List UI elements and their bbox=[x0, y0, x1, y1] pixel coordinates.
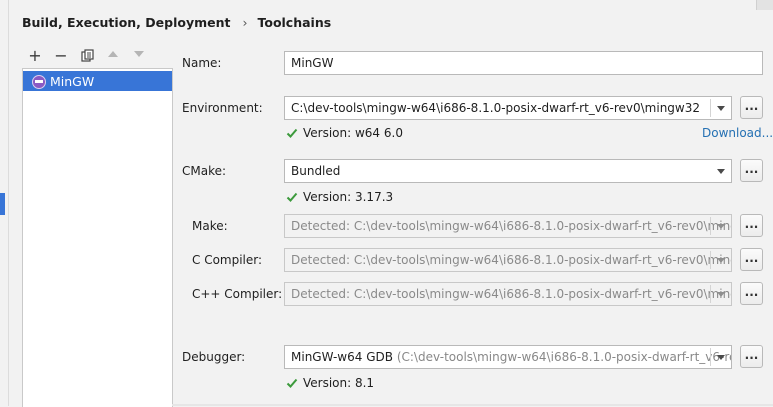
add-toolchain-button[interactable]: + bbox=[25, 46, 45, 66]
cmake-browse-button[interactable]: ... bbox=[740, 159, 763, 182]
copy-icon bbox=[80, 49, 94, 62]
breadcrumb-separator: › bbox=[242, 15, 248, 30]
download-link[interactable]: Download... bbox=[702, 126, 773, 140]
make-select[interactable]: Detected: C:\dev-tools\mingw-w64\i686-8.… bbox=[284, 214, 732, 238]
checkmark-icon bbox=[286, 192, 298, 202]
checkmark-icon bbox=[286, 128, 298, 138]
chevron-down-icon[interactable] bbox=[711, 160, 731, 182]
environment-status: Version: w64 6.0 bbox=[286, 126, 403, 140]
cmake-status-text: Version: 3.17.3 bbox=[303, 190, 394, 204]
checkmark-icon bbox=[286, 378, 298, 388]
debugger-select[interactable]: MinGW-w64 GDB (C:\dev-tools\mingw-w64\i6… bbox=[284, 345, 732, 369]
list-item[interactable]: MinGW bbox=[23, 71, 172, 91]
c-compiler-value: Detected: C:\dev-tools\mingw-w64\i686-8.… bbox=[291, 253, 732, 267]
environment-label: Environment: bbox=[182, 101, 263, 115]
copy-toolchain-button[interactable] bbox=[77, 46, 97, 66]
name-field[interactable]: MinGW bbox=[284, 51, 763, 75]
name-label: Name: bbox=[182, 56, 222, 70]
environment-browse-button[interactable]: ... bbox=[740, 96, 763, 119]
debugger-path: (C:\dev-tools\mingw-w64\i686-8.1.0-posix… bbox=[396, 350, 732, 364]
c-compiler-label: C Compiler: bbox=[192, 253, 263, 267]
debugger-label: Debugger: bbox=[182, 350, 246, 364]
mingw-icon bbox=[32, 75, 46, 89]
debugger-name: MinGW-w64 GDB bbox=[291, 350, 393, 364]
chevron-down-icon[interactable] bbox=[711, 215, 731, 237]
cmake-label: CMake: bbox=[182, 164, 227, 178]
environment-status-text: Version: w64 6.0 bbox=[303, 126, 403, 140]
c-compiler-browse-button[interactable]: ... bbox=[740, 248, 763, 271]
chevron-down-icon[interactable] bbox=[711, 346, 731, 368]
chevron-down-icon[interactable] bbox=[711, 249, 731, 271]
debugger-browse-button[interactable]: ... bbox=[740, 345, 763, 368]
chevron-down-icon[interactable] bbox=[711, 97, 731, 119]
breadcrumb: Build, Execution, Deployment › Toolchains bbox=[22, 14, 331, 32]
breadcrumb-parent[interactable]: Build, Execution, Deployment bbox=[22, 15, 230, 30]
breadcrumb-current: Toolchains bbox=[257, 15, 332, 30]
cmake-value: Bundled bbox=[291, 164, 341, 178]
arrow-up-icon bbox=[108, 51, 118, 57]
environment-value: C:\dev-tools\mingw-w64\i686-8.1.0-posix-… bbox=[291, 101, 701, 115]
make-label: Make: bbox=[192, 219, 228, 233]
arrow-down-icon bbox=[134, 51, 144, 57]
chevron-down-icon[interactable] bbox=[711, 283, 731, 305]
cpp-compiler-value: Detected: C:\dev-tools\mingw-w64\i686-8.… bbox=[291, 287, 732, 301]
toolchain-list: MinGW bbox=[22, 68, 173, 407]
make-value: Detected: C:\dev-tools\mingw-w64\i686-8.… bbox=[291, 219, 732, 233]
cpp-compiler-label: C++ Compiler: bbox=[192, 287, 283, 301]
selection-marker bbox=[0, 193, 5, 215]
cmake-select[interactable]: Bundled bbox=[284, 159, 732, 183]
debugger-status: Version: 8.1 bbox=[286, 376, 374, 390]
scrollbar-top[interactable] bbox=[756, 0, 773, 10]
environment-select[interactable]: C:\dev-tools\mingw-w64\i686-8.1.0-posix-… bbox=[284, 96, 732, 120]
cpp-compiler-select[interactable]: Detected: C:\dev-tools\mingw-w64\i686-8.… bbox=[284, 282, 732, 306]
c-compiler-select[interactable]: Detected: C:\dev-tools\mingw-w64\i686-8.… bbox=[284, 248, 732, 272]
cpp-compiler-browse-button[interactable]: ... bbox=[740, 282, 763, 305]
debugger-status-text: Version: 8.1 bbox=[303, 376, 375, 390]
remove-toolchain-button[interactable]: − bbox=[51, 46, 71, 66]
toolchain-toolbar: + − bbox=[23, 44, 171, 68]
list-item-label: MinGW bbox=[50, 74, 95, 89]
make-browse-button[interactable]: ... bbox=[740, 214, 763, 237]
move-down-button[interactable] bbox=[129, 46, 149, 66]
move-up-button[interactable] bbox=[103, 46, 123, 66]
cmake-status: Version: 3.17.3 bbox=[286, 190, 393, 204]
